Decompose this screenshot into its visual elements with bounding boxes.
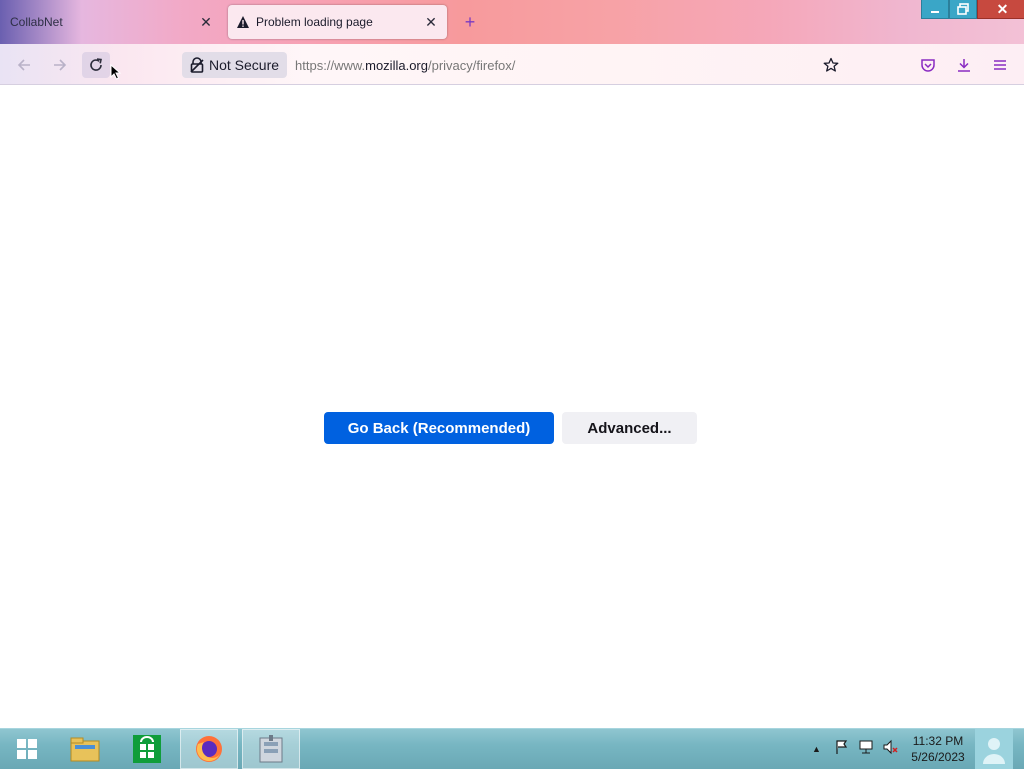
system-tray: ▲	[812, 729, 898, 769]
pocket-icon	[921, 59, 935, 72]
speaker-muted-icon[interactable]	[882, 739, 898, 760]
nav-bar: Not Secure https://www.mozilla.org/priva…	[0, 44, 1024, 85]
new-tab-button[interactable]: +	[460, 12, 480, 32]
page-content: Go Back (Recommended) Advanced...	[0, 85, 1024, 728]
forward-arrow-icon	[54, 59, 67, 71]
mouse-cursor-icon	[110, 63, 122, 85]
download-icon	[958, 59, 970, 72]
back-arrow-icon	[17, 59, 30, 71]
taskbar-store[interactable]	[124, 729, 170, 769]
store-icon	[133, 735, 161, 763]
security-indicator[interactable]: Not Secure	[182, 52, 288, 78]
url-host: mozilla.org	[365, 57, 428, 73]
show-hidden-icons-icon[interactable]: ▲	[812, 744, 826, 754]
url-text[interactable]: https://www.mozilla.org/privacy/firefox/	[295, 58, 818, 73]
reload-button[interactable]	[82, 52, 110, 78]
restore-icon	[957, 3, 969, 15]
security-label: Not Secure	[209, 57, 280, 73]
advanced-button[interactable]: Advanced...	[562, 412, 697, 444]
bookmark-button[interactable]	[818, 57, 844, 73]
reload-icon	[90, 58, 102, 71]
warning-icon	[236, 15, 250, 29]
taskbar: ▲ 11:32 PM 5/26/2023	[0, 728, 1024, 769]
tab-strip: CollabNet ✕ Problem loading page ✕ + ✕	[0, 0, 1024, 44]
tab-problem-loading[interactable]: Problem loading page ✕	[228, 5, 447, 39]
restore-button[interactable]	[949, 0, 977, 19]
url-bar[interactable]: Not Secure https://www.mozilla.org/priva…	[182, 50, 844, 80]
url-path: /privacy/firefox/	[427, 57, 516, 73]
minimize-icon	[931, 11, 939, 13]
windows-start-icon	[17, 739, 37, 759]
tab-close-button[interactable]: ✕	[196, 14, 216, 31]
user-tile[interactable]	[975, 729, 1013, 769]
back-button[interactable]	[10, 52, 38, 78]
tab-close-button[interactable]: ✕	[421, 14, 441, 31]
tab-title: Problem loading page	[256, 15, 373, 29]
file-explorer-icon	[70, 737, 100, 762]
clock[interactable]: 11:32 PM 5/26/2023	[906, 733, 970, 765]
taskbar-file-explorer[interactable]	[62, 729, 108, 769]
window-controls: ✕	[921, 0, 1024, 20]
minimize-button[interactable]	[921, 0, 949, 19]
archive-app-icon	[259, 735, 283, 763]
flag-icon[interactable]	[834, 739, 850, 760]
window-close-button[interactable]: ✕	[977, 0, 1024, 19]
bookmark-star-icon	[823, 57, 839, 72]
clock-date: 5/26/2023	[911, 750, 965, 764]
go-back-button[interactable]: Go Back (Recommended)	[324, 412, 554, 444]
url-prefix: https://www.	[295, 57, 366, 73]
tab-collabnet[interactable]: CollabNet ✕	[0, 5, 222, 39]
tab-title: CollabNet	[10, 15, 63, 29]
user-icon	[983, 738, 1005, 764]
firefox-icon	[196, 736, 222, 762]
start-button[interactable]	[6, 729, 48, 769]
app-menu-button[interactable]	[986, 52, 1014, 78]
taskbar-archive-app[interactable]	[242, 729, 300, 769]
clock-time: 11:32 PM	[912, 734, 964, 748]
menu-icon	[994, 60, 1006, 70]
downloads-button[interactable]	[950, 52, 978, 78]
pocket-button[interactable]	[914, 52, 942, 78]
lock-warning-icon	[190, 57, 204, 73]
taskbar-firefox[interactable]	[180, 729, 238, 769]
forward-button[interactable]	[46, 52, 74, 78]
network-icon[interactable]	[858, 739, 874, 760]
